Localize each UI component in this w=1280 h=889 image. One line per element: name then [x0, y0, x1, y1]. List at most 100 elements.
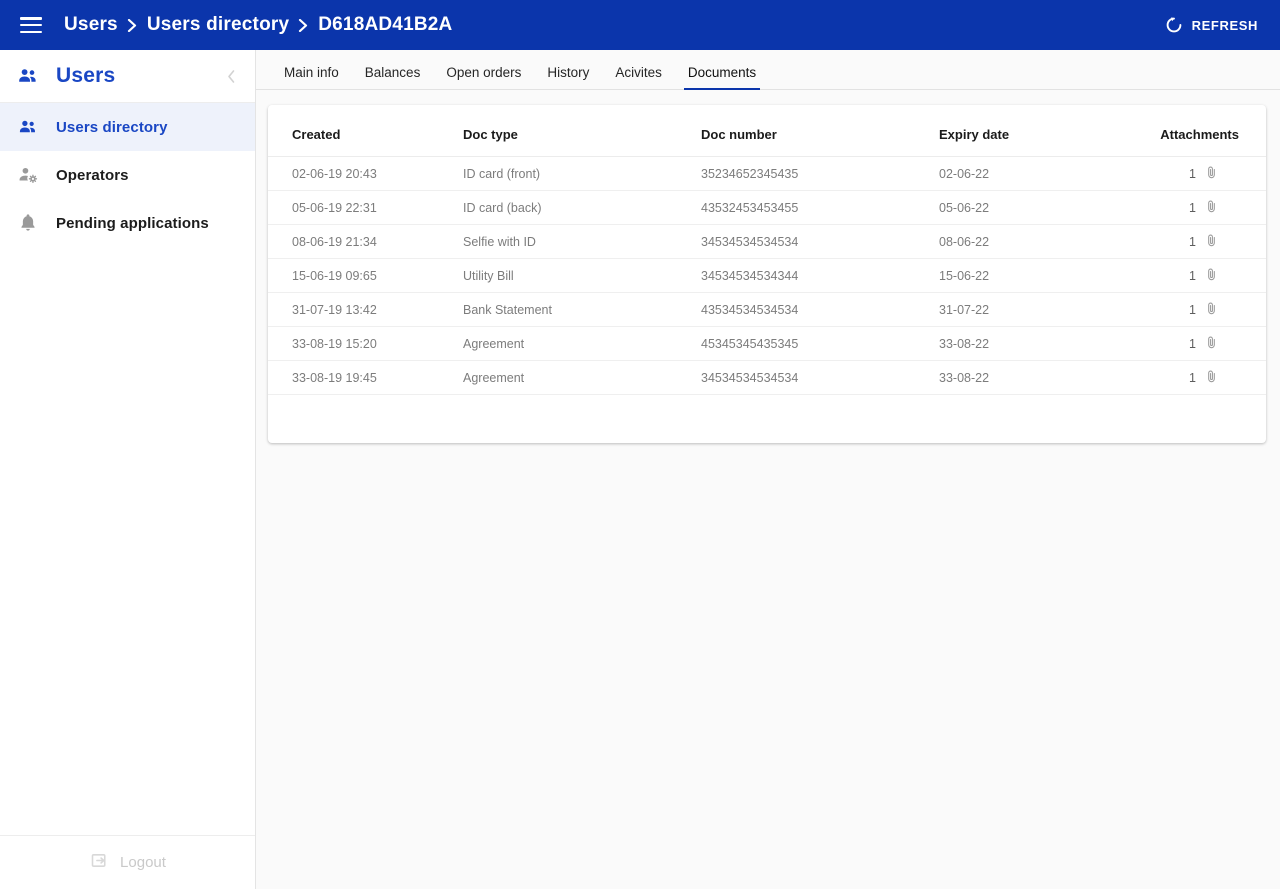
table-header: Created Doc type Doc number Expiry date … [268, 105, 1266, 157]
tab-history[interactable]: History [534, 65, 602, 89]
documents-table: Created Doc type Doc number Expiry date … [268, 105, 1266, 395]
sidebar-item-label: Pending applications [56, 214, 209, 232]
attachment-count: 1 [1189, 336, 1196, 351]
paperclip-icon[interactable] [1204, 334, 1219, 354]
tab-open-orders[interactable]: Open orders [433, 65, 534, 89]
cell-created: 02-06-19 20:43 [268, 156, 463, 191]
people-icon [0, 116, 56, 138]
people-icon [0, 64, 56, 88]
attachment-count: 1 [1189, 268, 1196, 283]
cell-doc-number: 34534534534344 [701, 258, 939, 293]
attachment-count: 1 [1189, 166, 1196, 181]
tab-main-info[interactable]: Main info [271, 65, 352, 89]
cell-created: 15-06-19 09:65 [268, 258, 463, 293]
cell-doc-number: 34534534534534 [701, 224, 939, 259]
table-row[interactable]: 05-06-19 22:31 ID card (back) 435324534534… [268, 190, 1266, 225]
cell-doc-type: ID card (front) [463, 156, 701, 191]
table-body: 02-06-19 20:43 ID card (front) 35234652345… [268, 156, 1266, 395]
sidebar-item-users-directory[interactable]: Users directory [0, 103, 255, 151]
cell-attachments: 1 [1139, 292, 1266, 327]
table-row[interactable]: 33-08-19 15:20 Agreement 45345345435345 33-… [268, 326, 1266, 361]
cell-expiry-date: 05-06-22 [939, 190, 1139, 225]
cell-expiry-date: 31-07-22 [939, 292, 1139, 327]
cell-doc-type: Selfie with ID [463, 224, 701, 259]
cell-doc-type: Agreement [463, 360, 701, 395]
chevron-right-icon [127, 18, 138, 32]
attachment-count: 1 [1189, 200, 1196, 215]
sidebar-collapse-chevron-left-icon[interactable] [219, 64, 243, 88]
app-root: Users Users directory D618AD41B2A REFRES… [0, 0, 1280, 889]
cell-created: 33-08-19 15:20 [268, 326, 463, 361]
cell-doc-number: 35234652345435 [701, 156, 939, 191]
column-header-doc-number: Doc number [701, 105, 939, 157]
logout-button[interactable]: Logout [0, 835, 255, 889]
breadcrumb-item-users[interactable]: Users [64, 14, 118, 36]
cell-created: 05-06-19 22:31 [268, 190, 463, 225]
cell-doc-number: 34534534534534 [701, 360, 939, 395]
paperclip-icon[interactable] [1204, 232, 1219, 252]
paperclip-icon[interactable] [1204, 368, 1219, 388]
sidebar-header: Users [0, 50, 255, 103]
table-header-row: Created Doc type Doc number Expiry date … [268, 105, 1266, 157]
cell-doc-number: 45345345435345 [701, 326, 939, 361]
cell-created: 08-06-19 21:34 [268, 224, 463, 259]
attachment-count: 1 [1189, 302, 1196, 317]
logout-label: Logout [120, 854, 166, 871]
paperclip-icon[interactable] [1204, 300, 1219, 320]
cell-expiry-date: 08-06-22 [939, 224, 1139, 259]
breadcrumb-item-user-id: D618AD41B2A [318, 14, 453, 35]
logout-arrow-icon [89, 850, 110, 875]
attachment-count: 1 [1189, 370, 1196, 385]
column-header-created: Created [268, 105, 463, 157]
top-app-bar: Users Users directory D618AD41B2A REFRES… [0, 0, 1280, 50]
table-row[interactable]: 08-06-19 21:34 Selfie with ID 345345345345… [268, 224, 1266, 259]
table-row[interactable]: 15-06-19 09:65 Utility Bill 34534534534344… [268, 258, 1266, 293]
cell-expiry-date: 02-06-22 [939, 156, 1139, 191]
documents-card: Created Doc type Doc number Expiry date … [268, 105, 1266, 443]
cell-expiry-date: 33-08-22 [939, 326, 1139, 361]
main-content: Main info Balances Open orders History A… [256, 50, 1280, 889]
sidebar-item-label: Operators [56, 166, 129, 184]
cell-doc-type: Agreement [463, 326, 701, 361]
paperclip-icon[interactable] [1204, 164, 1219, 184]
breadcrumb-item-users-directory[interactable]: Users directory [147, 14, 289, 36]
cell-attachments: 1 [1139, 190, 1266, 225]
attachment-count: 1 [1189, 234, 1196, 249]
chevron-right-icon [298, 18, 309, 32]
table-row[interactable]: 33-08-19 19:45 Agreement 34534534534534 33-… [268, 360, 1266, 395]
column-header-attachments: Attachments [1139, 105, 1266, 157]
cell-expiry-date: 33-08-22 [939, 360, 1139, 395]
cell-attachments: 1 [1139, 360, 1266, 395]
column-header-doc-type: Doc type [463, 105, 701, 157]
tab-documents[interactable]: Documents [675, 65, 769, 90]
cell-created: 33-08-19 19:45 [268, 360, 463, 395]
refresh-button[interactable]: REFRESH [1164, 15, 1258, 35]
cell-doc-type: Bank Statement [463, 292, 701, 327]
cell-attachments: 1 [1139, 258, 1266, 293]
paperclip-icon[interactable] [1204, 198, 1219, 218]
sidebar-item-operators[interactable]: Operators [0, 151, 255, 199]
cell-attachments: 1 [1139, 326, 1266, 361]
cell-doc-type: ID card (back) [463, 190, 701, 225]
tab-balances[interactable]: Balances [352, 65, 434, 89]
cell-doc-number: 43532453453455 [701, 190, 939, 225]
cell-attachments: 1 [1139, 156, 1266, 191]
person-gear-icon [0, 164, 56, 186]
tab-acivites[interactable]: Acivites [602, 65, 675, 89]
sidebar: Users Users directory Operators Pending … [0, 50, 256, 889]
tab-bar: Main info Balances Open orders History A… [256, 50, 1280, 90]
cell-attachments: 1 [1139, 224, 1266, 259]
bell-icon [0, 212, 56, 234]
cell-doc-number: 43534534534534 [701, 292, 939, 327]
cell-expiry-date: 15-06-22 [939, 258, 1139, 293]
paperclip-icon[interactable] [1204, 266, 1219, 286]
sidebar-item-pending-applications[interactable]: Pending applications [0, 199, 255, 247]
hamburger-menu-icon[interactable] [20, 17, 42, 33]
refresh-icon [1164, 15, 1184, 35]
cell-created: 31-07-19 13:42 [268, 292, 463, 327]
table-row[interactable]: 02-06-19 20:43 ID card (front) 35234652345… [268, 156, 1266, 191]
cell-doc-type: Utility Bill [463, 258, 701, 293]
breadcrumb: Users Users directory D618AD41B2A [64, 14, 452, 36]
table-row[interactable]: 31-07-19 13:42 Bank Statement 435345345345… [268, 292, 1266, 327]
column-header-expiry-date: Expiry date [939, 105, 1139, 157]
